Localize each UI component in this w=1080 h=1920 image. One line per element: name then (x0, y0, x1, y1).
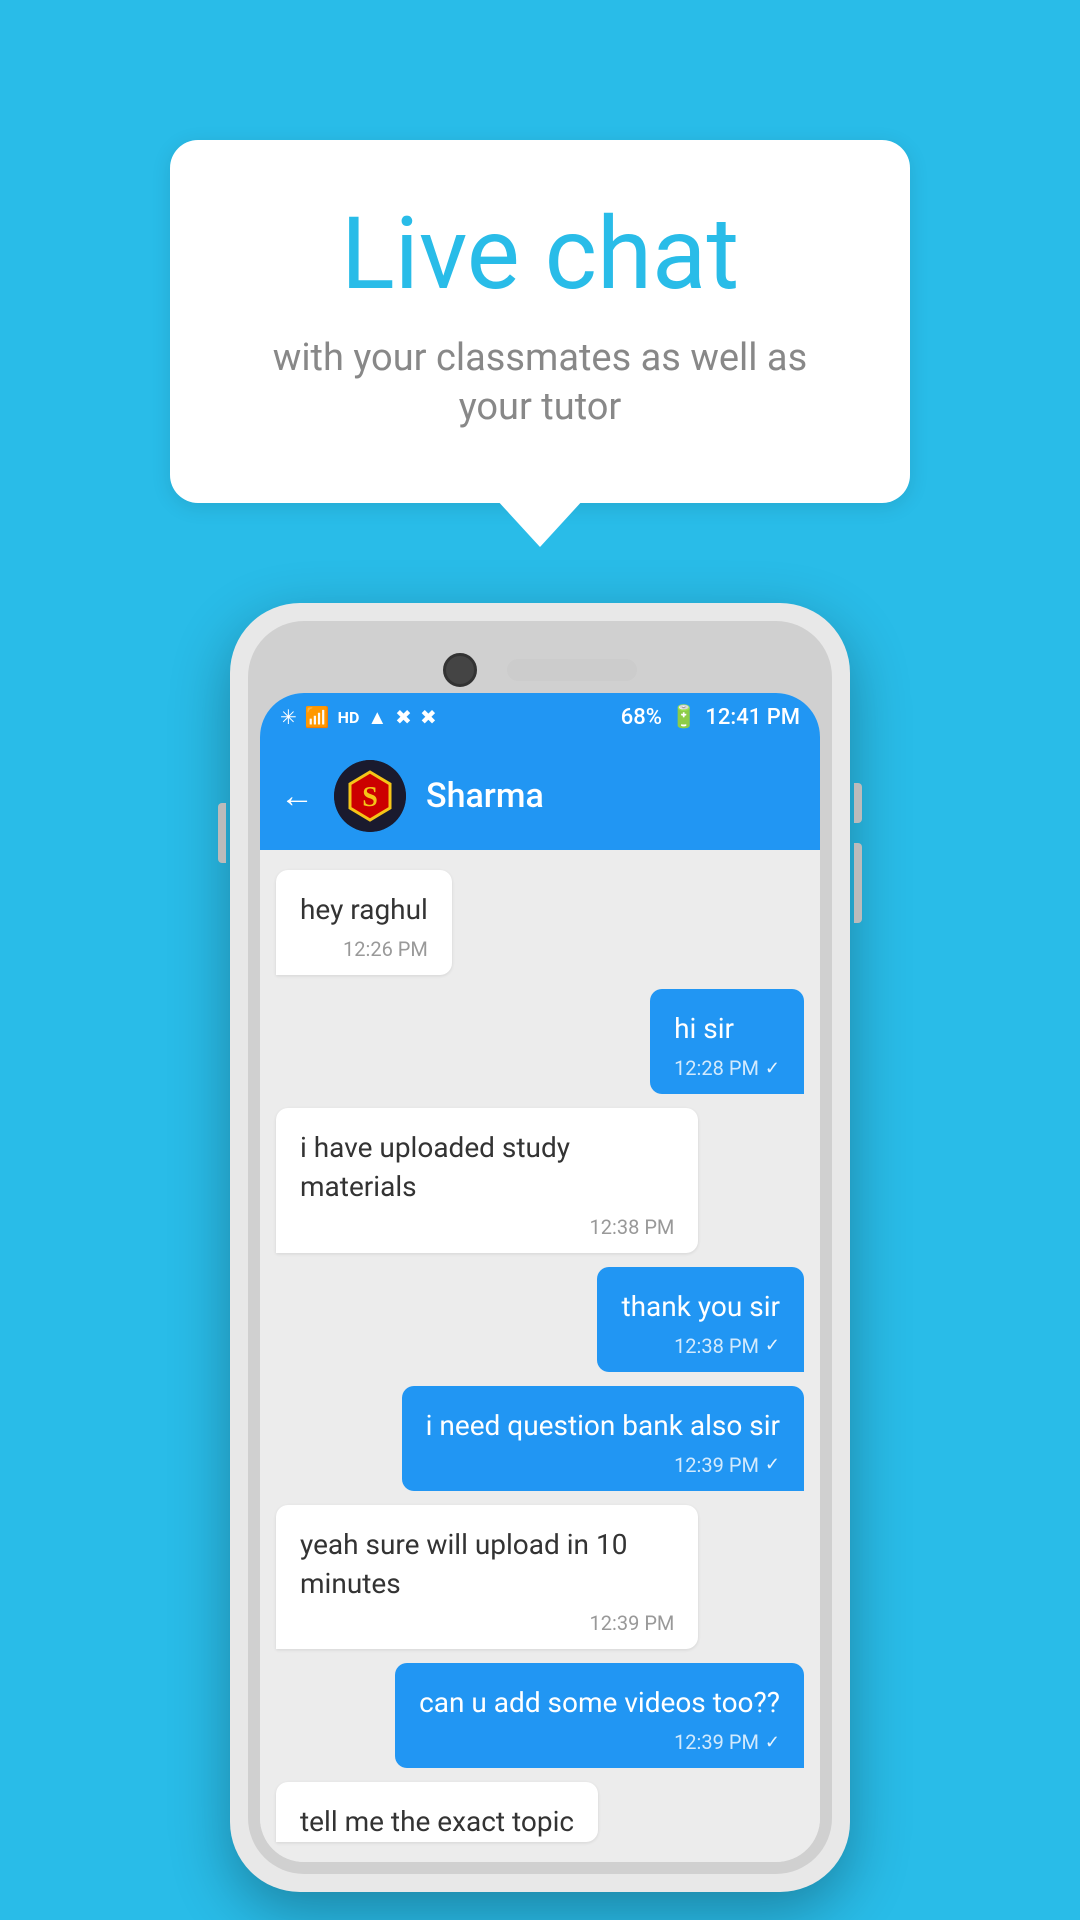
camera-icon (443, 653, 477, 687)
message-8: tell me the exact topic (276, 1782, 598, 1841)
wifi-icon: ▲ (367, 705, 387, 730)
message-6: yeah sure will upload in 10 minutes 12:3… (276, 1505, 698, 1649)
message-5-text: i need question bank also sir (426, 1406, 780, 1445)
avatar: S (334, 760, 406, 832)
message-2-check: ✓ (765, 1058, 780, 1079)
message-5-time: 12:39 PM (674, 1453, 759, 1477)
phone-inner-shell: ✳ 📶 HD ▲ ✖ ✖ 68% 🔋 12:41 PM ← (248, 621, 832, 1874)
message-3-meta: 12:38 PM (300, 1215, 674, 1239)
bubble-title: Live chat (250, 200, 830, 310)
status-icons-left: ✳ 📶 HD ▲ ✖ ✖ (280, 705, 437, 730)
battery-icon: 🔋 (670, 705, 697, 730)
chat-area: hey raghul 12:26 PM hi sir 12:28 PM ✓ (260, 850, 820, 1862)
message-7-text: can u add some videos too?? (419, 1683, 780, 1722)
message-2-time: 12:28 PM (674, 1056, 759, 1080)
message-5-meta: 12:39 PM ✓ (426, 1453, 780, 1477)
phone-mockup: ✳ 📶 HD ▲ ✖ ✖ 68% 🔋 12:41 PM ← (230, 603, 850, 1892)
power-button (854, 783, 862, 823)
message-4-text: thank you sir (621, 1287, 780, 1326)
message-3-text: i have uploaded study materials (300, 1128, 674, 1206)
clock: 12:41 PM (705, 705, 800, 730)
hd-icon: HD (338, 708, 360, 727)
message-1-time: 12:26 PM (343, 937, 428, 961)
chat-header: ← S Sharma (260, 742, 820, 850)
battery-percent: 68% (621, 705, 662, 730)
message-6-time: 12:39 PM (590, 1611, 675, 1635)
message-3: i have uploaded study materials 12:38 PM (276, 1108, 698, 1252)
message-4-meta: 12:38 PM ✓ (621, 1334, 780, 1358)
svg-text:S: S (362, 782, 378, 813)
message-7-time: 12:39 PM (674, 1730, 759, 1754)
bubble-subtitle: with your classmates as well as your tut… (250, 334, 830, 433)
message-7-meta: 12:39 PM ✓ (419, 1730, 780, 1754)
message-4-time: 12:38 PM (674, 1334, 759, 1358)
phone-top-elements (248, 653, 832, 687)
volume-button (218, 803, 226, 863)
roaming-icon: ✖ (420, 705, 437, 729)
phone-screen: ✳ 📶 HD ▲ ✖ ✖ 68% 🔋 12:41 PM ← (260, 693, 820, 1862)
message-2-text: hi sir (674, 1009, 780, 1048)
message-3-time: 12:38 PM (590, 1215, 675, 1239)
data-icon: ✖ (395, 705, 412, 729)
message-2: hi sir 12:28 PM ✓ (650, 989, 804, 1094)
bluetooth-icon: ✳ (280, 705, 297, 729)
message-4: thank you sir 12:38 PM ✓ (597, 1267, 804, 1372)
message-1-meta: 12:26 PM (300, 937, 428, 961)
message-2-meta: 12:28 PM ✓ (674, 1056, 780, 1080)
phone-outer-shell: ✳ 📶 HD ▲ ✖ ✖ 68% 🔋 12:41 PM ← (230, 603, 850, 1892)
message-5-check: ✓ (765, 1454, 780, 1475)
message-1: hey raghul 12:26 PM (276, 870, 452, 975)
message-1-text: hey raghul (300, 890, 428, 929)
message-4-check: ✓ (765, 1335, 780, 1356)
volume-button-right (854, 843, 862, 923)
speaker (507, 659, 637, 681)
message-6-text: yeah sure will upload in 10 minutes (300, 1525, 674, 1603)
back-button[interactable]: ← (280, 776, 314, 816)
speech-bubble: Live chat with your classmates as well a… (170, 140, 910, 503)
message-5: i need question bank also sir 12:39 PM ✓ (402, 1386, 804, 1491)
message-7-check: ✓ (765, 1732, 780, 1753)
contact-name: Sharma (426, 776, 544, 816)
status-bar: ✳ 📶 HD ▲ ✖ ✖ 68% 🔋 12:41 PM (260, 693, 820, 742)
status-right: 68% 🔋 12:41 PM (621, 705, 800, 730)
message-8-text: tell me the exact topic (300, 1802, 574, 1841)
message-6-meta: 12:39 PM (300, 1611, 674, 1635)
message-7: can u add some videos too?? 12:39 PM ✓ (395, 1663, 804, 1768)
signal-icon: 📶 (305, 705, 330, 729)
